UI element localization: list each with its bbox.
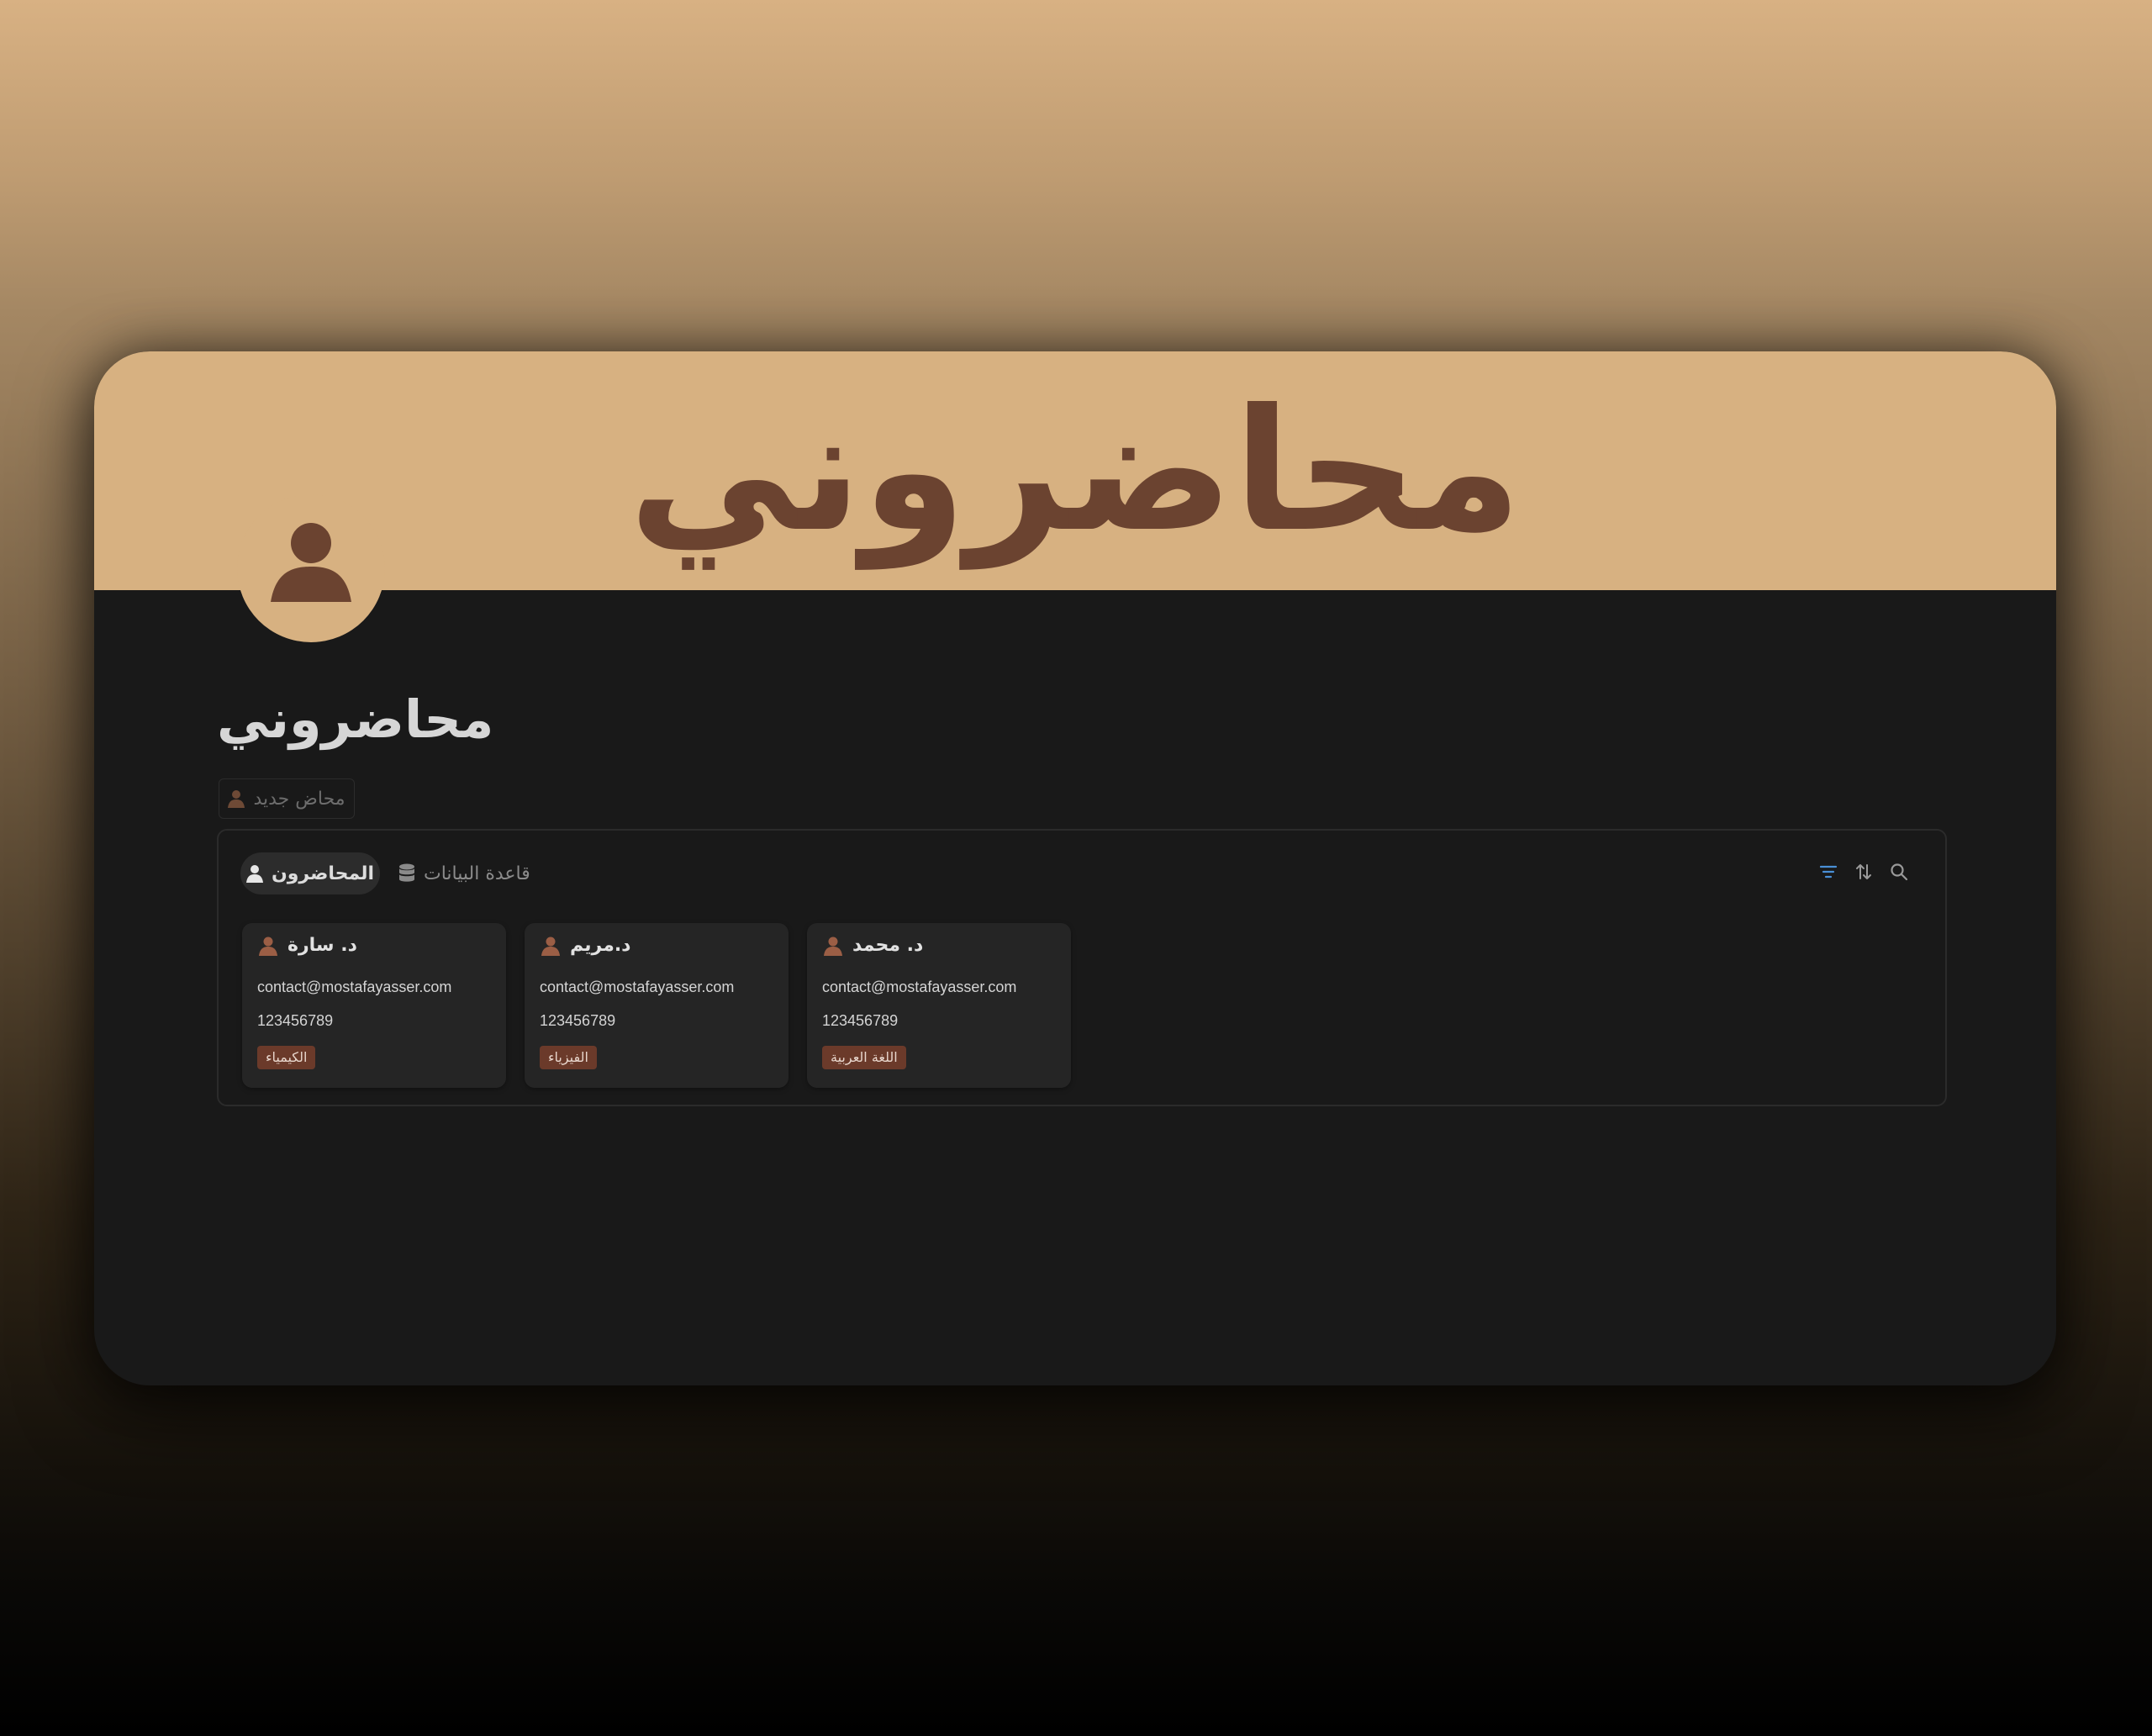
lecturer-email: contact@mostafayasser.com [257,979,452,995]
cover-title: محاضروني [628,373,1522,569]
lecturer-name: د.مريم [570,935,631,956]
lecturer-name-row: د.مريم [541,935,630,956]
subject-tag: الفيزياء [540,1046,597,1069]
lecturer-card[interactable]: د.مريم contact@mostafayasser.com 1234567… [525,923,789,1088]
person-icon [541,937,560,956]
lecturer-name-row: د. محمد [824,935,923,956]
person-icon [228,790,245,808]
page-icon[interactable] [237,494,385,642]
new-lecturer-label: محاض جديد [253,788,345,810]
database-tools [1819,863,1908,881]
lecturer-phone: 123456789 [540,1012,616,1029]
new-lecturer-button[interactable]: محاض جديد [219,778,355,819]
person-icon [271,523,351,602]
lecturer-name-row: د. سارة [259,935,357,956]
person-icon [259,937,277,956]
lecturer-email: contact@mostafayasser.com [540,979,735,995]
lecturer-name: د. سارة [287,935,357,956]
tab-lecturers[interactable]: المحاضرون [240,852,380,894]
tab-database[interactable]: قاعدة البيانات [398,852,530,894]
lecturer-phone: 123456789 [257,1012,334,1029]
subject-tag: اللغة العربية [822,1046,906,1069]
person-icon [245,865,263,883]
database-icon [399,863,414,882]
tab-database-label: قاعدة البيانات [424,863,530,884]
lecturer-email: contact@mostafayasser.com [822,979,1017,995]
lecturer-card[interactable]: د. سارة contact@mostafayasser.com 123456… [242,923,506,1088]
lecturer-name: د. محمد [852,935,924,956]
subject-tag: الكيمياء [257,1046,316,1069]
tab-lecturers-label: المحاضرون [271,863,375,884]
page-cover[interactable]: محاضروني [94,351,2056,590]
filter-icon[interactable] [1819,863,1838,880]
lecturers-database: المحاضرون قاعدة البيانات د. سارة contact… [217,829,1947,1106]
lecturer-phone: 123456789 [822,1012,899,1029]
lecturer-card[interactable]: د. محمد contact@mostafayasser.com 123456… [807,923,1071,1088]
sort-icon[interactable] [1854,863,1873,881]
person-icon [824,937,842,956]
page-title: محاضروني [217,689,494,750]
notion-page-window: محاضروني محاضروني محاض جديد المحاضرون قا… [94,351,2056,1385]
search-icon[interactable] [1890,863,1908,881]
